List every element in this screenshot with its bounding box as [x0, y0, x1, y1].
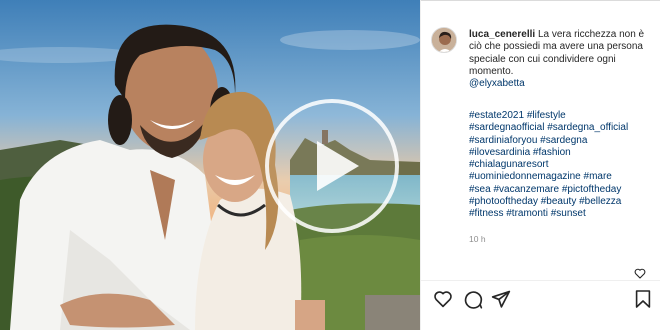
divider [421, 0, 660, 1]
hashtag-line[interactable]: #uominiedonnemagazine #mare [469, 171, 655, 183]
username-link[interactable]: luca_cenerelli [469, 29, 535, 40]
hashtag-line[interactable]: #ilovesardinia #fashion [469, 147, 655, 159]
play-button[interactable] [265, 99, 399, 233]
comment-icon[interactable] [463, 289, 483, 309]
hashtag-line[interactable]: #photooftheday #beauty #bellezza [469, 196, 655, 208]
post-caption: luca_cenerelli La vera ricchezza non è c… [469, 29, 655, 90]
action-bar [421, 280, 660, 331]
hashtag-line[interactable]: #estate2021 #lifestyle [469, 110, 655, 122]
hashtags: #estate2021 #lifestyle #sardegnaofficial… [469, 110, 655, 221]
mention-link[interactable]: @elyxabetta [469, 78, 655, 90]
hashtag-line[interactable]: #sea #vacanzemare #pictoftheday [469, 184, 655, 196]
paper-plane-icon[interactable] [491, 289, 511, 309]
hashtag-line[interactable]: #fitness #tramonti #sunset [469, 208, 655, 220]
hashtag-line[interactable]: #sardegnaofficial #sardegna_official [469, 122, 655, 134]
bookmark-icon[interactable] [635, 289, 651, 309]
hashtag-line[interactable]: #chialagunaresort [469, 159, 655, 171]
heart-icon[interactable] [433, 290, 453, 308]
post-timestamp: 10 h [469, 234, 486, 244]
avatar[interactable] [431, 27, 457, 53]
caption-like-heart-icon[interactable] [634, 268, 646, 279]
play-icon [317, 141, 359, 191]
post-details-panel: luca_cenerelli La vera ricchezza non è c… [420, 0, 660, 330]
post-media[interactable] [0, 0, 420, 330]
hashtag-line[interactable]: #sardiniaforyou #sardegna [469, 135, 655, 147]
